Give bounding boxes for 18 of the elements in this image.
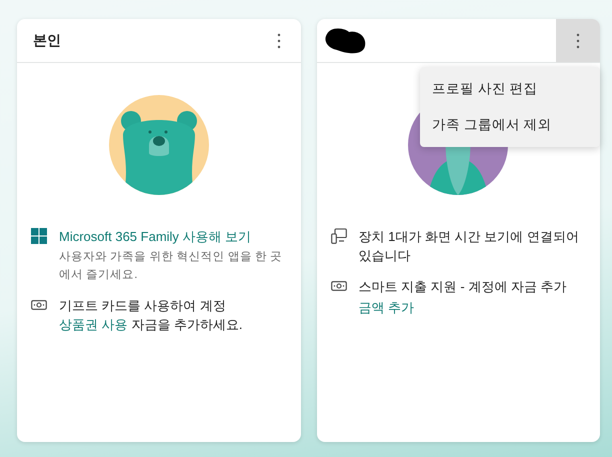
- item-text: 장치 1대가 화면 시간 보기에 연결되어 있습니다: [358, 228, 580, 265]
- more-icon: [576, 32, 580, 48]
- member-name: 본인: [33, 32, 61, 50]
- more-icon: [276, 32, 280, 48]
- item-text: 스마트 지출 지원 - 계정에 자금 추가: [358, 278, 566, 296]
- windows-logo-icon: [31, 228, 47, 244]
- banknote-icon: [31, 297, 47, 313]
- banknote-icon: [330, 278, 346, 294]
- item-description: 사용자와 가족을 위한 혁신적인 앱을 한 곳에서 즐기세요.: [59, 250, 284, 283]
- menu-item[interactable]: 가족 그룹에서 제외: [420, 107, 600, 143]
- link[interactable]: Microsoft 365 Family 사용해 보기: [59, 227, 252, 246]
- more-options-button[interactable]: [556, 19, 600, 62]
- devices-icon: [330, 228, 346, 244]
- link[interactable]: 금액 추가: [358, 298, 414, 317]
- link[interactable]: 상품권 사용: [59, 317, 128, 332]
- redaction-mark: [322, 26, 366, 56]
- item-text: 기프트 카드를 사용하여 계정 상품권 사용 자금을 추가하세요.: [59, 297, 244, 334]
- menu-item[interactable]: 프로필 사진 편집: [420, 71, 600, 107]
